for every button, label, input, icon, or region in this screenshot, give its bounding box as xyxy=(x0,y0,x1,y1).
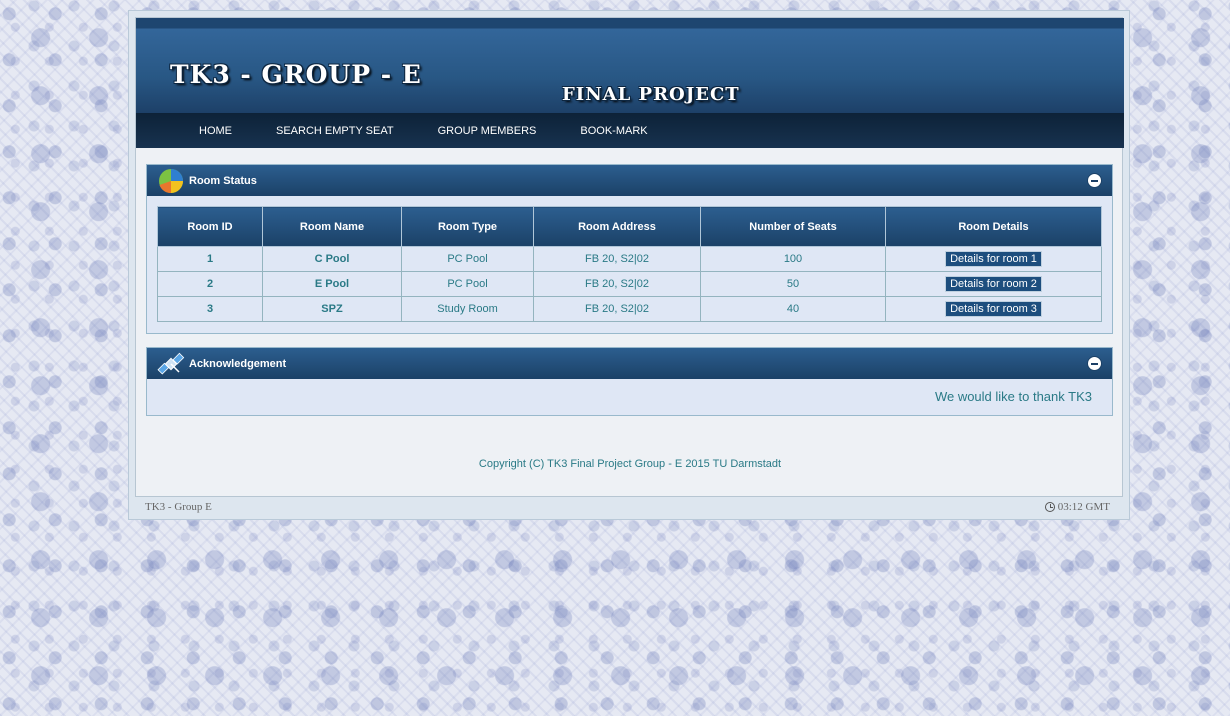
site-subtitle: FINAL PROJECT xyxy=(562,84,740,105)
room-status-title: Room Status xyxy=(189,174,257,187)
table-row: 1 C Pool PC Pool FB 20, S2|02 100 Detail… xyxy=(157,246,1102,272)
acknowledgement-title: Acknowledgement xyxy=(189,357,287,370)
nav-group-members[interactable]: GROUP MEMBERS xyxy=(438,125,537,137)
footer-time-text: 03:12 GMT xyxy=(1057,501,1110,513)
room-type-cell: Study Room xyxy=(401,296,534,322)
satellite-icon xyxy=(157,352,185,375)
collapse-acknowledgement-button[interactable] xyxy=(1087,356,1102,371)
room-id-cell: 2 xyxy=(157,271,263,297)
room-seats-cell: 100 xyxy=(700,246,886,272)
room-address-cell: FB 20, S2|02 xyxy=(533,271,701,297)
nav-search-empty-seat[interactable]: SEARCH EMPTY SEAT xyxy=(276,125,394,137)
room-name-cell: C Pool xyxy=(262,246,402,272)
room-details-cell: Details for room 2 xyxy=(885,271,1102,297)
room-type-cell: PC Pool xyxy=(401,246,534,272)
table-row: 3 SPZ Study Room FB 20, S2|02 40 Details… xyxy=(157,296,1102,322)
room-id-cell: 1 xyxy=(157,246,263,272)
collapse-room-status-button[interactable] xyxy=(1087,173,1102,188)
room-status-panel: Room Status Room ID Room Name Room Type … xyxy=(146,164,1113,334)
site-title: TK3 - GROUP - E xyxy=(170,60,422,89)
details-room-1-button[interactable]: Details for room 1 xyxy=(945,251,1042,267)
col-room-address: Room Address xyxy=(533,206,701,247)
col-room-name: Room Name xyxy=(262,206,402,247)
table-row: 2 E Pool PC Pool FB 20, S2|02 50 Details… xyxy=(157,271,1102,297)
clock-icon xyxy=(1044,502,1055,512)
room-table: Room ID Room Name Room Type Room Address… xyxy=(157,206,1102,322)
nav-book-mark[interactable]: BOOK-MARK xyxy=(580,125,647,137)
col-room-details: Room Details xyxy=(885,206,1102,247)
site-header: TK3 - GROUP - E FINAL PROJECT xyxy=(136,18,1124,113)
nav-home[interactable]: HOME xyxy=(199,125,232,137)
col-room-id: Room ID xyxy=(157,206,263,247)
acknowledgement-text: We would like to thank TK3 xyxy=(934,389,1092,404)
room-address-cell: FB 20, S2|02 xyxy=(533,246,701,272)
room-address-cell: FB 20, S2|02 xyxy=(533,296,701,322)
footer-group-name: TK3 - Group E xyxy=(145,501,212,513)
room-seats-cell: 50 xyxy=(700,271,886,297)
content-container: TK3 - GROUP - E FINAL PROJECT HOME SEARC… xyxy=(135,17,1124,497)
main-nav: HOME SEARCH EMPTY SEAT GROUP MEMBERS BOO… xyxy=(136,113,1124,148)
room-details-cell: Details for room 3 xyxy=(885,296,1102,322)
details-room-3-button[interactable]: Details for room 3 xyxy=(945,301,1042,317)
acknowledgement-header: Acknowledgement xyxy=(147,348,1112,379)
page-wrapper: TK3 - GROUP - E FINAL PROJECT HOME SEARC… xyxy=(128,10,1130,520)
details-room-2-button[interactable]: Details for room 2 xyxy=(945,276,1042,292)
pie-chart-icon xyxy=(159,168,183,193)
copyright-text: Copyright (C) TK3 Final Project Group - … xyxy=(478,458,782,470)
col-number-of-seats: Number of Seats xyxy=(700,206,886,247)
footer-time: 03:12 GMT xyxy=(1044,501,1110,513)
room-id-cell: 3 xyxy=(157,296,263,322)
room-name-cell: SPZ xyxy=(262,296,402,322)
room-details-cell: Details for room 1 xyxy=(885,246,1102,272)
room-seats-cell: 40 xyxy=(700,296,886,322)
room-name-cell: E Pool xyxy=(262,271,402,297)
room-type-cell: PC Pool xyxy=(401,271,534,297)
acknowledgement-panel: Acknowledgement We would like to thank T… xyxy=(146,347,1113,416)
room-status-header: Room Status xyxy=(147,165,1112,196)
col-room-type: Room Type xyxy=(401,206,534,247)
